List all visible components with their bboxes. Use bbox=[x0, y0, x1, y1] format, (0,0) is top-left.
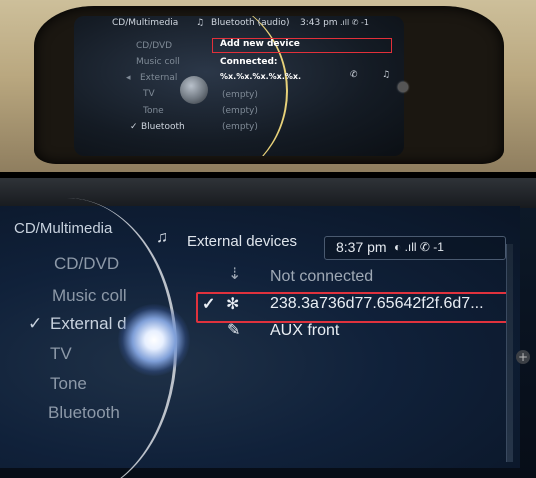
menu-item-music-coll[interactable]: Music coll bbox=[52, 286, 127, 306]
check-icon: ✓ bbox=[28, 314, 43, 333]
empty-slot[interactable]: (empty) bbox=[222, 122, 258, 132]
check-icon: ✓ bbox=[130, 122, 138, 132]
bluetooth-header-icon: ♫ bbox=[196, 18, 205, 28]
controller-knob-glare[interactable] bbox=[118, 304, 190, 376]
phone-icon: ✆ bbox=[350, 70, 358, 80]
menu-item-cd-dvd[interactable]: CD/DVD bbox=[136, 41, 172, 51]
menu-item-tv[interactable]: TV bbox=[50, 344, 72, 364]
add-new-device-item[interactable]: Add new device bbox=[220, 39, 300, 49]
idrive-screen-top bbox=[74, 16, 404, 156]
screen-title: External devices bbox=[187, 233, 298, 250]
menu-item-tone[interactable]: Tone bbox=[143, 106, 164, 116]
menu-item-cd-dvd[interactable]: CD/DVD bbox=[54, 254, 119, 274]
device-not-connected[interactable]: Not connected bbox=[270, 268, 373, 286]
bluetooth-icon: ✻ bbox=[226, 296, 240, 313]
screen-title: Bluetooth (audio) bbox=[211, 18, 290, 28]
clock: 3:43 pm bbox=[300, 18, 338, 28]
menu-item-tone[interactable]: Tone bbox=[50, 374, 87, 394]
connected-label: Connected: bbox=[220, 57, 278, 67]
menu-title: CD/Multimedia bbox=[112, 18, 179, 28]
top-photo: CD/Multimedia ♫ Bluetooth (audio) 3:43 p… bbox=[0, 0, 536, 172]
plus-button[interactable] bbox=[398, 82, 408, 92]
check-icon: ✓ bbox=[202, 296, 216, 313]
menu-title: CD/Multimedia bbox=[14, 220, 113, 237]
speaker-icon: ◂ bbox=[126, 73, 131, 83]
clock: 8:37 pm bbox=[336, 239, 387, 255]
plus-button[interactable]: + bbox=[516, 350, 530, 364]
connected-device[interactable]: %x.%x.%x.%x.%x. bbox=[220, 72, 301, 81]
device-aux-front[interactable]: AUX front bbox=[270, 322, 339, 340]
menu-item-bluetooth[interactable]: Bluetooth bbox=[141, 122, 185, 132]
empty-slot[interactable]: (empty) bbox=[222, 106, 258, 116]
scroll-bar[interactable] bbox=[506, 244, 513, 462]
status-indicators: ◐ .ıll ✆ -1 bbox=[394, 240, 444, 254]
menu-item-external[interactable]: External bbox=[140, 73, 177, 83]
device-bluetooth-connected[interactable]: 238.3a736d77.65642f2f.6d7... bbox=[270, 295, 484, 313]
bluetooth-audio-icon: ♫ bbox=[156, 229, 168, 246]
empty-slot[interactable]: (empty) bbox=[222, 90, 258, 100]
aux-plug-icon: ✎ bbox=[227, 322, 241, 339]
menu-item-music-coll[interactable]: Music coll bbox=[136, 57, 180, 67]
status-indicators: .ıll ✆ -1 bbox=[340, 18, 369, 27]
bottom-photo: CD/Multimedia ♫ External devices 8:37 pm… bbox=[0, 178, 536, 478]
menu-item-external-devices[interactable]: External d bbox=[50, 314, 127, 334]
usb-icon: ⇣ bbox=[228, 266, 242, 283]
music-note-icon: ♫ bbox=[382, 70, 391, 80]
menu-item-tv[interactable]: TV bbox=[143, 89, 155, 99]
controller-knob[interactable] bbox=[180, 76, 208, 104]
menu-item-bluetooth[interactable]: Bluetooth bbox=[48, 403, 120, 423]
